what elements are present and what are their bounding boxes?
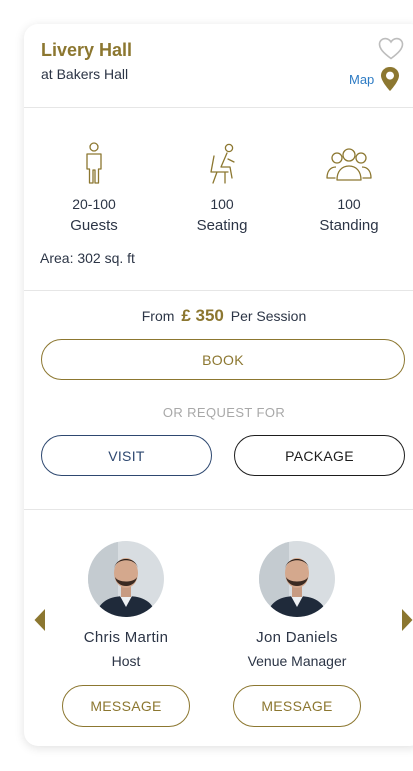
price-per: Per Session xyxy=(230,308,307,324)
seating-value: 100 xyxy=(210,196,234,212)
visit-button[interactable]: VISIT xyxy=(41,435,212,476)
capacity-guests: 20-100 Guests xyxy=(39,108,149,234)
person-icon xyxy=(86,142,102,184)
map-pin-icon[interactable] xyxy=(380,66,400,92)
contact-card: Jon Daniels Venue Manager MESSAGE xyxy=(222,541,372,727)
area-text: Area: 302 sq. ft xyxy=(40,250,135,266)
capacity-standing: 100 Standing xyxy=(294,108,404,234)
standing-value: 100 xyxy=(337,196,361,212)
price-amount: £ 350 xyxy=(181,306,224,325)
message-button[interactable]: MESSAGE xyxy=(233,685,361,727)
price-from: From xyxy=(141,308,175,324)
contact-role: Host xyxy=(111,653,141,669)
venue-card: Livery Hall at Bakers Hall Map 20-100 Gu… xyxy=(24,24,413,746)
chevron-right-icon[interactable] xyxy=(400,608,413,632)
message-button[interactable]: MESSAGE xyxy=(62,685,190,727)
chevron-left-icon[interactable] xyxy=(33,608,47,632)
contact-name: Jon Daniels xyxy=(256,629,338,646)
seating-label: Seating xyxy=(196,217,248,234)
venue-title: Livery Hall xyxy=(41,40,133,60)
book-button[interactable]: BOOK xyxy=(41,339,405,380)
standing-label: Standing xyxy=(319,217,379,234)
venue-header: Livery Hall at Bakers Hall Map xyxy=(24,24,413,108)
contact-name: Chris Martin xyxy=(83,629,169,646)
venue-subtitle: at Bakers Hall xyxy=(41,66,129,82)
guests-label: Guests xyxy=(70,217,118,234)
contact-role: Venue Manager xyxy=(247,653,347,669)
divider xyxy=(24,509,413,510)
group-icon xyxy=(326,148,372,181)
package-button[interactable]: PACKAGE xyxy=(234,435,405,476)
map-label[interactable]: Map xyxy=(349,72,374,87)
seat-icon xyxy=(210,143,235,184)
capacity-seating: 100 Seating xyxy=(167,108,277,234)
price-line: From £ 350 Per Session xyxy=(24,306,413,326)
contact-card: Chris Martin Host MESSAGE xyxy=(51,541,201,727)
avatar xyxy=(88,541,164,617)
map-link[interactable]: Map xyxy=(349,66,400,92)
or-request-label: OR REQUEST FOR xyxy=(162,405,286,420)
avatar xyxy=(259,541,335,617)
heart-icon[interactable] xyxy=(378,37,404,61)
capacity-section: 20-100 Guests 100 Seating 100 Standing A… xyxy=(24,108,413,291)
guests-value: 20-100 xyxy=(72,196,116,212)
